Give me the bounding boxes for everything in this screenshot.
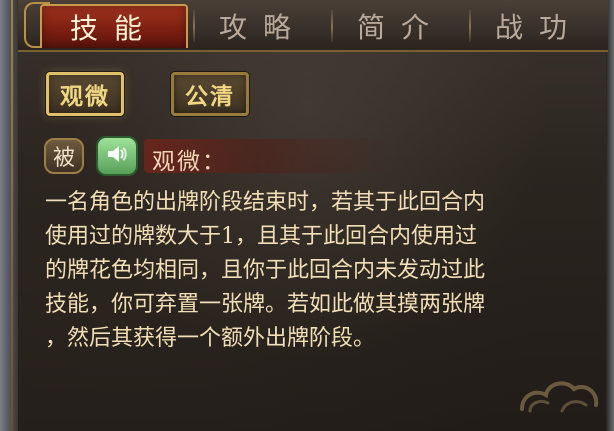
cloud-ornament	[512, 355, 604, 421]
tab-divider	[331, 10, 333, 42]
skill-description: 一名角色的出牌阶段结束时，若其于此回合内 使用过的牌数大于1，且其于此回合内使用…	[45, 186, 590, 356]
description-line: 一名角色的出牌阶段结束时，若其于此回合内	[45, 190, 486, 215]
skill-name: 观微：	[152, 149, 227, 175]
tab-intro[interactable]: 简介	[336, 4, 466, 48]
description-line: 使用过的牌数大于1，且其于此回合内使用过	[45, 224, 477, 249]
tab-label: 技能	[69, 12, 158, 45]
tab-label: 战功	[494, 11, 583, 44]
description-line: ，然后其获得一个额外出牌阶段。	[45, 326, 376, 351]
skill-button-gongqing[interactable]: 公清	[171, 72, 249, 116]
left-border	[0, 0, 18, 431]
skill-button-label: 观微	[60, 83, 110, 110]
passive-badge: 被	[44, 138, 84, 174]
skill-button-label: 公清	[185, 83, 235, 110]
speaker-icon	[105, 142, 129, 170]
skill-panel: 技能 攻略 简介 战功 观微 公清 被 观微： 一名角色的出牌阶段结束时，若其于…	[0, 0, 614, 431]
skill-header: 被 观微：	[44, 136, 394, 176]
description-line: 的牌花色均相同，且你于此回合内未发动过此	[45, 258, 486, 283]
voice-button[interactable]	[96, 136, 138, 176]
tab-divider	[193, 10, 195, 42]
tab-label: 简介	[356, 11, 445, 44]
tab-skills[interactable]: 技能	[40, 4, 188, 48]
tab-bar: 技能 攻略 简介 战功	[18, 0, 608, 52]
tab-strategy[interactable]: 攻略	[198, 4, 328, 48]
skill-button-guanwei[interactable]: 观微	[46, 72, 124, 116]
tab-label: 攻略	[218, 11, 307, 44]
tab-achievements[interactable]: 战功	[474, 4, 604, 48]
tab-divider	[469, 10, 471, 42]
passive-badge-label: 被	[52, 146, 75, 171]
right-border	[606, 0, 614, 431]
description-line: 技能，你可弃置一张牌。若如此做其摸两张牌	[45, 292, 486, 317]
